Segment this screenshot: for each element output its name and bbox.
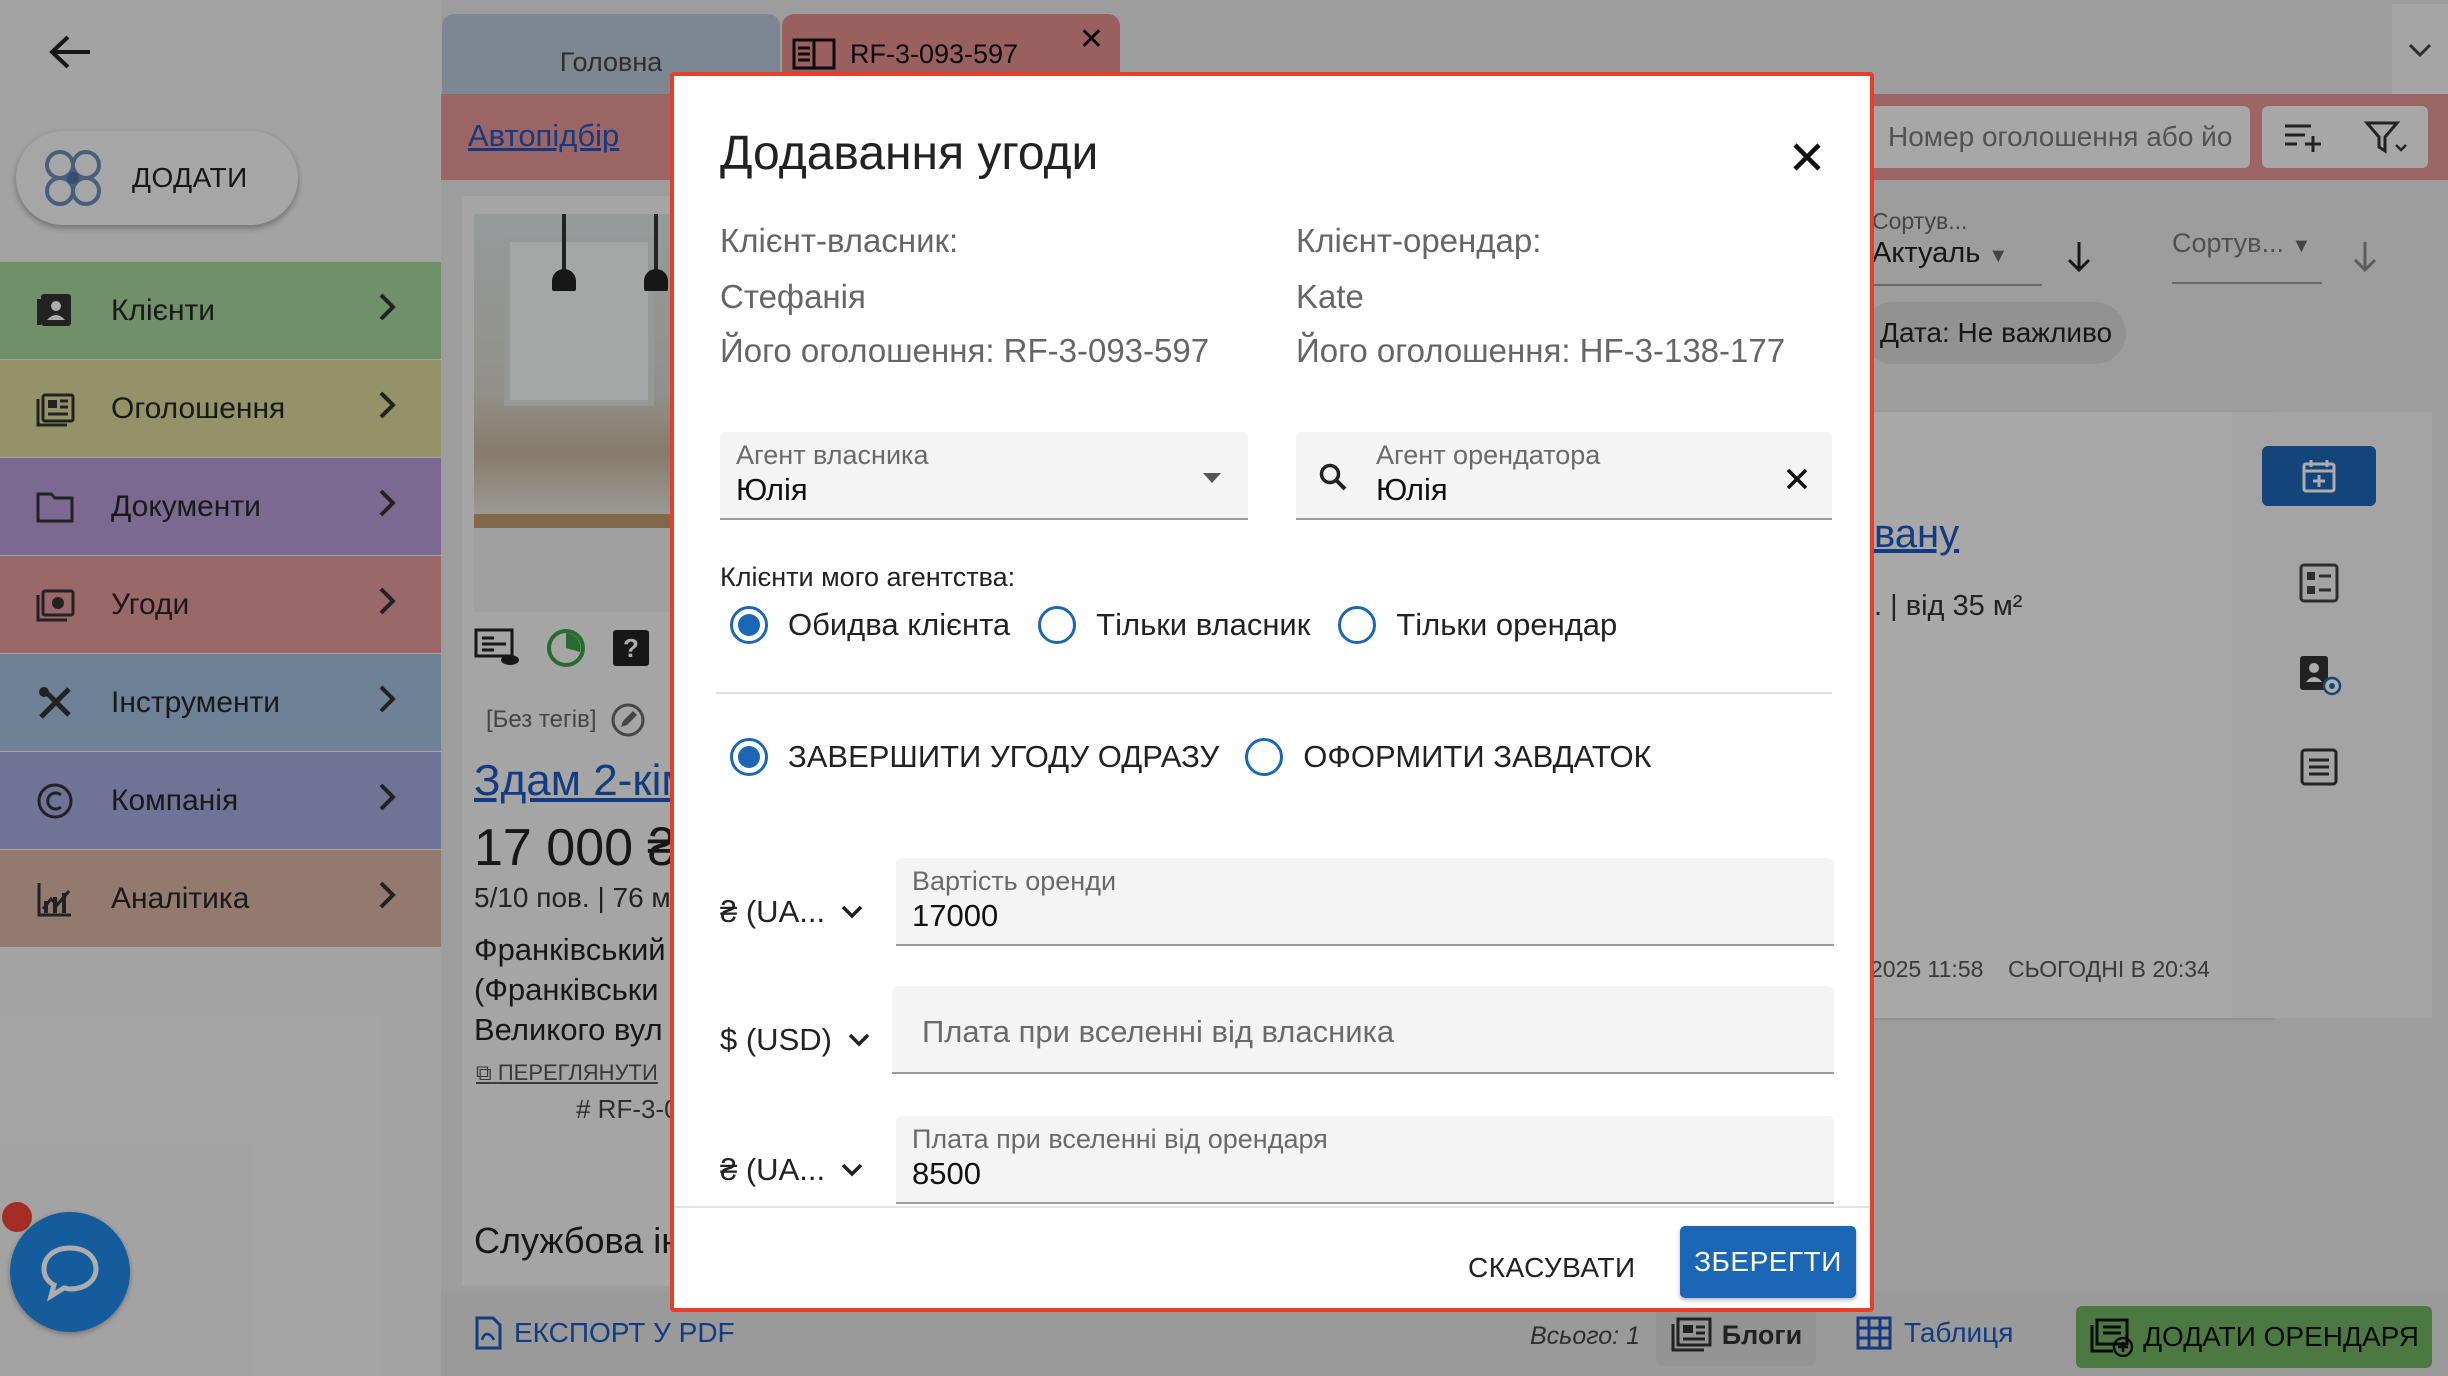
chevron-down-icon xyxy=(841,905,863,919)
chevron-down-icon xyxy=(848,1033,870,1047)
deal-mode-radio-group: ЗАВЕРШИТИ УГОДУ ОДРАЗУ ОФОРМИТИ ЗАВДАТОК xyxy=(730,738,1680,776)
currency-value: ₴ (UA... xyxy=(720,894,826,929)
dialog-title: Додавання угоди xyxy=(720,127,1099,180)
tenant-agent-label: Агент орендатора xyxy=(1376,440,1601,470)
rent-price-input[interactable]: Вартість оренди 17000 xyxy=(896,858,1834,946)
tenant-name: Kate xyxy=(1296,278,1364,315)
radio-tenant-only[interactable] xyxy=(1338,606,1377,644)
rent-price-value: 17000 xyxy=(912,898,999,933)
owner-agent-select[interactable]: Агент власника Юлія xyxy=(720,432,1248,520)
owner-fee-placeholder: Плата при вселенні від власника xyxy=(922,1014,1395,1049)
tenant-fee-input[interactable]: Плата при вселенні від орендаря 8500 xyxy=(896,1116,1834,1204)
owner-agent-label: Агент власника xyxy=(736,440,929,470)
owner-agent-value: Юлія xyxy=(736,472,808,507)
cancel-button[interactable]: СКАСУВАТИ xyxy=(1468,1238,1636,1298)
close-icon[interactable] xyxy=(1780,130,1834,184)
tenant-heading: Клієнт-орендар: xyxy=(1296,222,1542,259)
tenant-listing: Його оголошення: HF-3-138-177 xyxy=(1296,332,1786,369)
tenant-agent-autocomplete[interactable]: Агент орендатора Юлія xyxy=(1296,432,1832,520)
currency-value: $ (USD) xyxy=(720,1022,832,1057)
tenant-fee-currency-select[interactable]: ₴ (UA... xyxy=(720,1152,863,1188)
chevron-down-icon xyxy=(841,1163,863,1177)
owner-heading: Клієнт-власник: xyxy=(720,222,959,259)
rent-price-label: Вартість оренди xyxy=(912,866,1117,896)
rent-currency-select[interactable]: ₴ (UA... xyxy=(720,894,863,930)
currency-value: ₴ (UA... xyxy=(720,1152,826,1187)
radio-label: Тільки власник xyxy=(1096,607,1311,642)
clear-icon[interactable] xyxy=(1786,468,1808,490)
dropdown-arrow-icon xyxy=(1202,472,1222,484)
tenant-fee-label: Плата при вселенні від орендаря xyxy=(912,1124,1328,1154)
owner-fee-currency-select[interactable]: $ (USD) xyxy=(720,1022,870,1058)
radio-label: Обидва клієнта xyxy=(788,607,1011,642)
divider xyxy=(716,692,1832,694)
add-deal-dialog: Додавання угоди Клієнт-власник: Стефанія… xyxy=(670,72,1874,1312)
agency-clients-label: Клієнти мого агентства: xyxy=(720,562,1016,592)
radio-label: ОФОРМИТИ ЗАВДАТОК xyxy=(1303,739,1652,774)
owner-listing: Його оголошення: RF-3-093-597 xyxy=(720,332,1210,369)
owner-name: Стефанія xyxy=(720,278,866,315)
radio-owner-only[interactable] xyxy=(1038,606,1077,644)
radio-complete-now[interactable] xyxy=(730,738,768,776)
tenant-agent-value: Юлія xyxy=(1376,472,1448,507)
radio-label: ЗАВЕРШИТИ УГОДУ ОДРАЗУ xyxy=(788,739,1220,774)
save-button[interactable]: ЗБЕРЕГТИ xyxy=(1680,1226,1856,1298)
radio-label: Тільки орендар xyxy=(1396,607,1618,642)
owner-fee-input[interactable]: Плата при вселенні від власника xyxy=(892,986,1834,1074)
radio-both-clients[interactable] xyxy=(730,606,768,644)
tenant-fee-value: 8500 xyxy=(912,1156,981,1191)
agency-clients-radio-group: Обидва клієнта Тільки власник Тільки оре… xyxy=(730,606,1645,644)
radio-deposit[interactable] xyxy=(1245,738,1284,776)
search-icon xyxy=(1318,462,1348,492)
